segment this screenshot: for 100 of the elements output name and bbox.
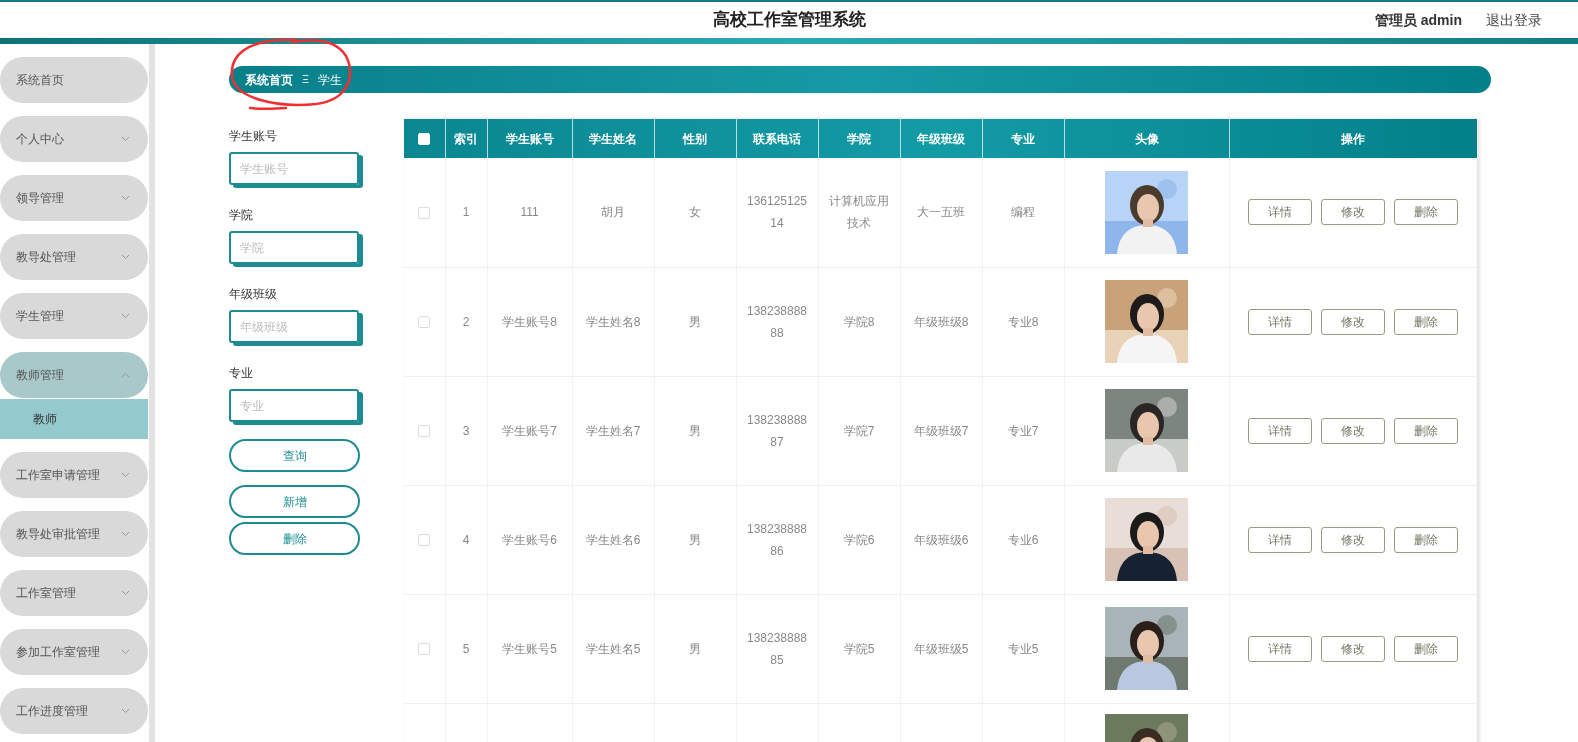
column-header: 年级班级 <box>900 119 982 158</box>
table-cell: 专业7 <box>1007 423 1039 438</box>
field-label: 学生账号 <box>229 128 278 143</box>
column-header: 学生姓名 <box>572 119 654 158</box>
sidebar-item[interactable]: 教师管理 <box>0 352 148 398</box>
sidebar-item[interactable]: 学生管理 <box>0 293 148 339</box>
table-cell: 计算机应用技术 <box>829 194 889 231</box>
table-cell: 专业5 <box>1007 641 1039 656</box>
field-label: 专业 <box>229 365 254 380</box>
table-cell: 男 <box>689 423 701 438</box>
sidebar-item[interactable]: 参加工作室管理 <box>0 629 148 675</box>
form-button[interactable]: 新增 <box>229 485 360 518</box>
action-button[interactable]: 删除 <box>1394 526 1459 553</box>
action-button[interactable]: 修改 <box>1321 635 1386 662</box>
table-cell: 学生姓名8 <box>585 314 641 329</box>
table-cell: 专业8 <box>1007 314 1039 329</box>
sidebar-item[interactable]: 工作室管理 <box>0 570 148 616</box>
chevron-down-icon <box>121 136 130 142</box>
table-cell: 女 <box>689 205 701 220</box>
table-cell: 专业6 <box>1007 532 1039 547</box>
column-header: 专业 <box>982 119 1064 158</box>
field-label: 年级班级 <box>229 286 278 301</box>
action-button[interactable]: 删除 <box>1394 635 1459 662</box>
column-header: 操作 <box>1229 119 1477 158</box>
table-cell: 学院7 <box>843 423 875 438</box>
chevron-down-icon <box>121 590 130 596</box>
table-cell: 胡月 <box>601 205 625 220</box>
sidebar-item[interactable]: 教导处审批管理 <box>0 511 148 557</box>
sidebar-subitem[interactable]: 教师 <box>0 399 148 439</box>
action-button[interactable]: 修改 <box>1321 526 1386 553</box>
row-checkbox[interactable] <box>418 425 431 438</box>
field-label: 学院 <box>229 207 254 222</box>
row-checkbox[interactable] <box>418 534 431 547</box>
table-cell: 学院5 <box>843 641 875 656</box>
table-cell: 年级班级5 <box>913 641 969 656</box>
breadcrumb-current: 学生 <box>318 71 343 89</box>
logout-link[interactable]: 退出登录 <box>1486 9 1542 31</box>
table-cell: 男 <box>689 641 701 656</box>
table-cell: 13823888886 <box>746 521 808 558</box>
sidebar-item[interactable]: 教导处管理 <box>0 234 148 280</box>
table-cell: 编程 <box>1011 205 1035 220</box>
action-button[interactable]: 详情 <box>1248 635 1313 662</box>
chevron-down-icon <box>121 649 130 655</box>
action-button[interactable]: 修改 <box>1321 308 1386 335</box>
breadcrumb-link[interactable]: 系统首页 <box>245 70 293 89</box>
table-cell: 13823888885 <box>746 630 808 667</box>
table-cell: 111 <box>520 205 539 220</box>
table-cell: 学生账号5 <box>502 641 557 656</box>
sidebar-item[interactable]: 工作进度管理 <box>0 688 148 734</box>
action-button[interactable]: 修改 <box>1321 199 1386 226</box>
table-cell: 4 <box>462 532 470 547</box>
user-name: 管理员 admin <box>1374 10 1462 30</box>
sidebar-item[interactable]: 领导管理 <box>0 175 148 221</box>
action-button[interactable]: 删除 <box>1394 417 1459 444</box>
column-header: 性别 <box>654 119 736 158</box>
sidebar-item[interactable]: 系统首页 <box>0 57 148 103</box>
table-cell: 学生姓名5 <box>585 641 641 656</box>
action-button[interactable]: 删除 <box>1394 199 1459 226</box>
action-button[interactable]: 详情 <box>1248 417 1313 444</box>
form-button[interactable]: 查询 <box>229 439 360 472</box>
chevron-down-icon <box>121 708 130 714</box>
table-cell: 大一五班 <box>917 205 965 220</box>
chevron-down-icon <box>121 531 130 537</box>
sidebar-item[interactable]: 个人中心 <box>0 116 148 162</box>
header-checkbox[interactable] <box>418 133 431 146</box>
app-title: 高校工作室管理系统 <box>712 9 866 32</box>
action-button[interactable]: 删除 <box>1394 308 1459 335</box>
table-cell: 学院6 <box>843 532 875 547</box>
table-cell: 3 <box>462 423 470 438</box>
table-cell: 男 <box>689 314 701 329</box>
column-header: 联系电话 <box>736 119 818 158</box>
column-header: 学生账号 <box>487 119 572 158</box>
table-cell: 13823888888 <box>746 303 808 340</box>
row-checkbox[interactable] <box>418 316 431 329</box>
table-cell: 5 <box>462 641 470 656</box>
table-cell: 学院8 <box>843 314 875 329</box>
table-cell: 学生账号6 <box>502 532 557 547</box>
chevron-down-icon <box>121 313 130 319</box>
chevron-down-icon <box>121 254 130 260</box>
sidebar-item[interactable]: 工作室申请管理 <box>0 452 148 498</box>
action-button[interactable]: 修改 <box>1321 417 1386 444</box>
table-cell: 年级班级6 <box>913 532 969 547</box>
table-cell: 年级班级7 <box>913 423 969 438</box>
breadcrumb-separator: Ξ <box>302 72 310 88</box>
table-cell: 1 <box>462 205 470 220</box>
table-cell: 学生姓名7 <box>585 423 641 438</box>
chevron-down-icon <box>121 472 130 478</box>
table-cell: 男 <box>689 532 701 547</box>
table-cell: 学生账号7 <box>502 423 557 438</box>
action-button[interactable]: 详情 <box>1248 308 1313 335</box>
action-button[interactable]: 详情 <box>1248 526 1313 553</box>
chevron-up-icon <box>121 372 130 378</box>
action-button[interactable]: 详情 <box>1248 199 1313 226</box>
row-checkbox[interactable] <box>418 207 431 219</box>
column-header: 索引 <box>445 119 487 158</box>
table-cell: 年级班级8 <box>913 314 969 329</box>
row-checkbox[interactable] <box>418 643 431 656</box>
table-cell: 13612512514 <box>746 194 808 231</box>
table-cell: 学生账号8 <box>502 314 557 329</box>
form-button[interactable]: 删除 <box>229 522 360 555</box>
